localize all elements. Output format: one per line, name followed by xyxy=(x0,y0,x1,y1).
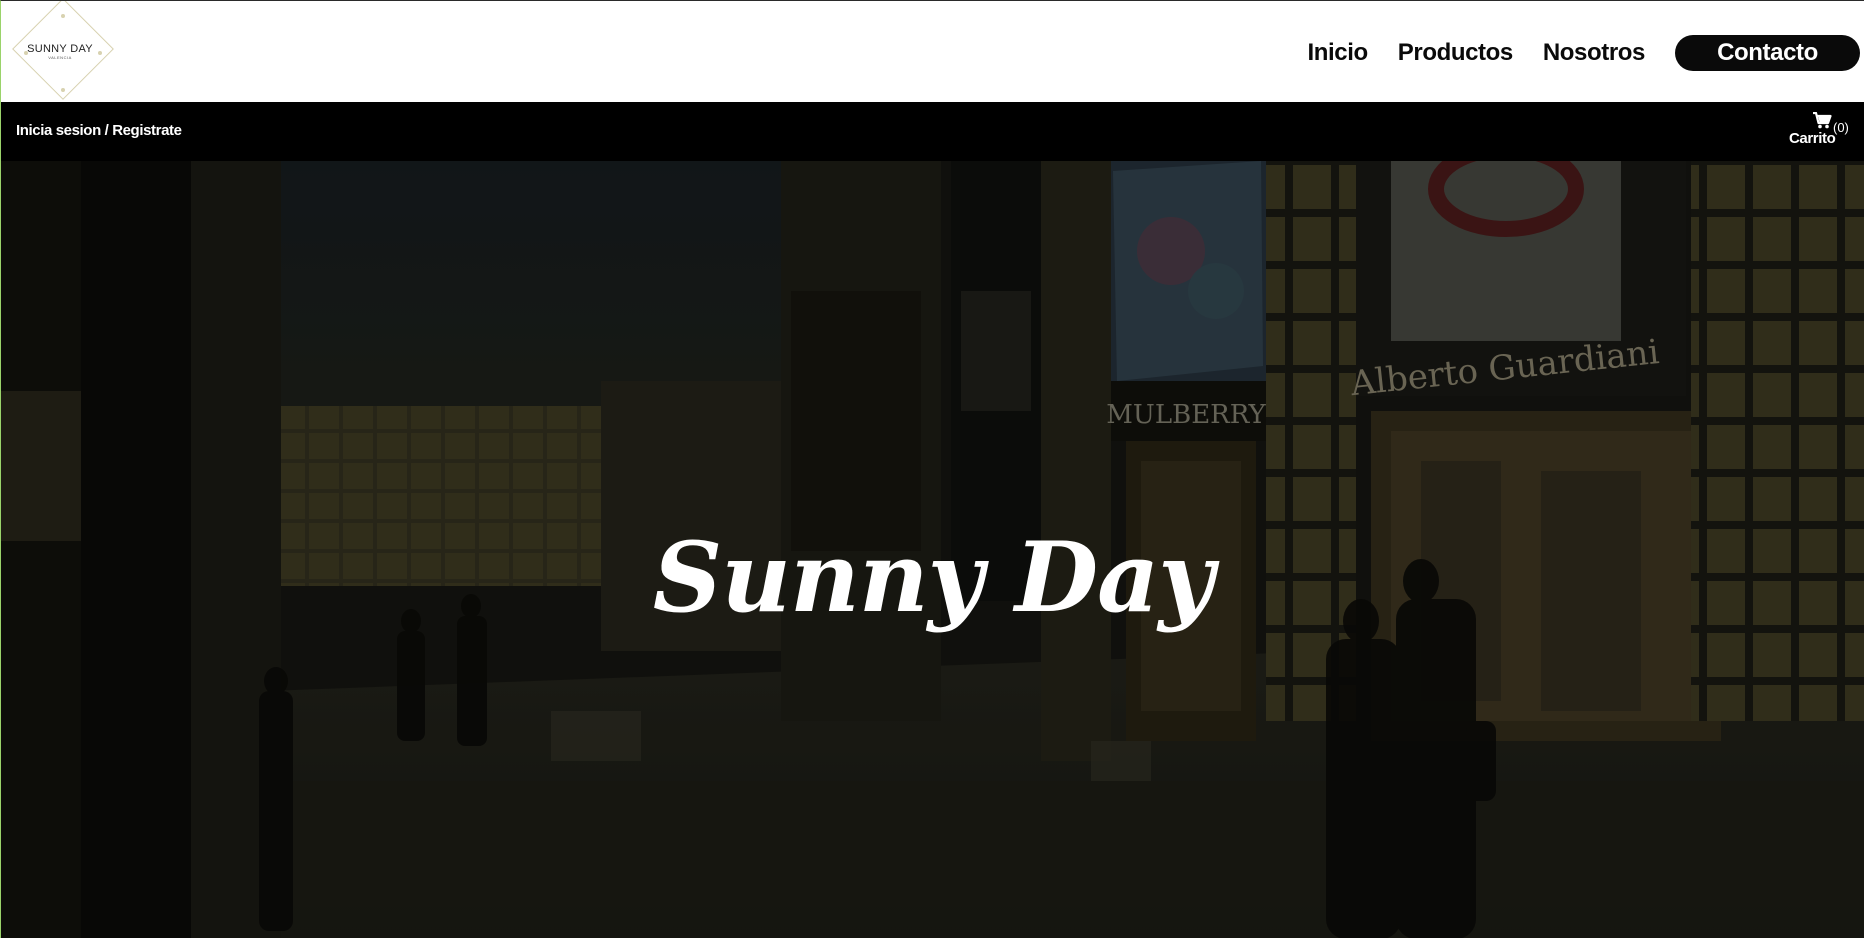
user-bar: Inicia sesion / Registrate Carrito (0) xyxy=(1,102,1864,161)
main-nav: Inicio Productos Nosotros Contacto xyxy=(1308,35,1860,71)
nav-link-inicio[interactable]: Inicio xyxy=(1308,39,1369,67)
login-link[interactable]: Inicia sesion xyxy=(16,122,101,139)
logo-ornament-top xyxy=(61,14,65,18)
register-link[interactable]: Registrate xyxy=(112,122,182,139)
top-navbar: SUNNY DAY VALENCIA Inicio Productos Noso… xyxy=(1,1,1864,102)
cart-button[interactable]: Carrito (0) xyxy=(1787,110,1857,150)
page: SUNNY DAY VALENCIA Inicio Productos Noso… xyxy=(0,0,1864,938)
cart-label: Carrito xyxy=(1789,130,1836,147)
logo-title: SUNNY DAY xyxy=(27,43,93,55)
nav-link-productos[interactable]: Productos xyxy=(1398,39,1513,67)
contact-button[interactable]: Contacto xyxy=(1675,35,1860,71)
hero-banner: MULBERRY Alberto Guardiani Sunny Day xyxy=(1,161,1864,938)
hero-title: Sunny Day xyxy=(652,521,1214,634)
nav-link-nosotros[interactable]: Nosotros xyxy=(1543,39,1646,67)
auth-separator: / xyxy=(104,122,109,139)
cart-count: (0) xyxy=(1833,120,1849,135)
brand-logo[interactable]: SUNNY DAY VALENCIA xyxy=(15,43,105,61)
logo-ornament-bottom xyxy=(61,88,65,92)
shopping-cart-icon xyxy=(1813,112,1832,129)
auth-links: Inicia sesion / Registrate xyxy=(16,122,182,139)
logo-subtitle: VALENCIA xyxy=(48,55,72,60)
